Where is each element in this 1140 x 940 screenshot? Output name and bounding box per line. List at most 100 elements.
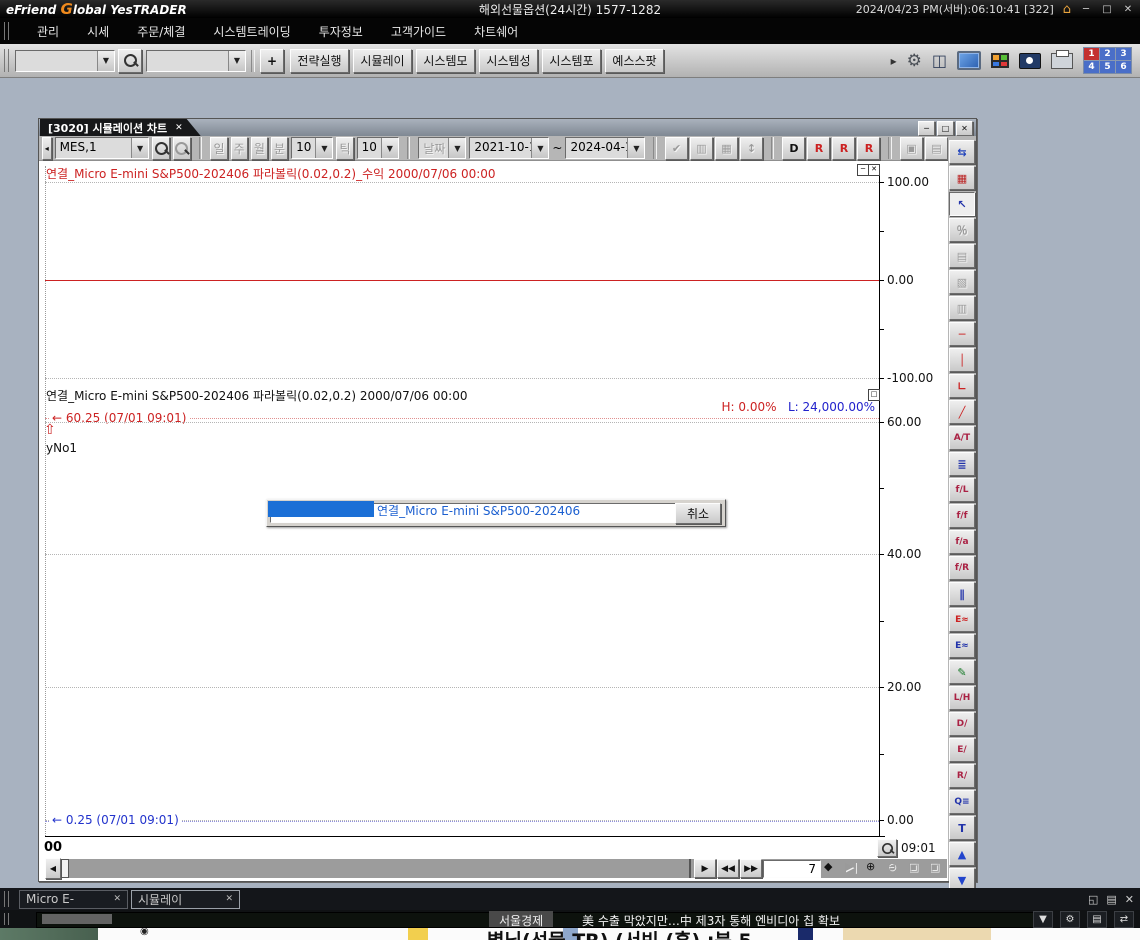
updown-icon[interactable]: ↕	[740, 137, 763, 160]
tick-value-combo[interactable]: 10▼	[357, 137, 399, 159]
menu-item-0[interactable]: 관리	[37, 23, 59, 40]
date-mode-combo[interactable]: 날짜▼	[418, 137, 466, 159]
close-all-icon[interactable]: ✕	[1125, 893, 1134, 906]
text-annotation-tool-icon[interactable]: A/T	[949, 426, 975, 450]
chart-scrollbar[interactable]: ◀ ▶◀◀▶▶7◆▶|⊕⊖▣▣	[45, 859, 947, 878]
printer-icon[interactable]	[1051, 53, 1073, 69]
news-log-icon[interactable]: ▤	[1087, 911, 1107, 928]
zoom-in-icon[interactable]: ⊕	[864, 860, 884, 877]
date-to-combo[interactable]: 2024-04-13▼	[565, 137, 645, 159]
menu-item-1[interactable]: 시세	[87, 23, 109, 40]
play-icon[interactable]: ▶	[694, 859, 716, 878]
parallel-lines-tool-icon[interactable]: ∥	[949, 582, 975, 606]
ratio-tool-icon[interactable]: ％	[949, 218, 975, 242]
r-pattern-tool-icon[interactable]: R/	[949, 764, 975, 788]
copy-r-icon[interactable]: R	[857, 137, 880, 160]
period-day-button[interactable]: 일	[210, 137, 227, 160]
export-icon[interactable]: ▤	[925, 137, 948, 160]
period-week-button[interactable]: 주	[231, 137, 248, 160]
quick-slot-6[interactable]: 6	[1116, 61, 1131, 73]
scroll-left-button[interactable]: ◂	[42, 137, 52, 160]
menu-item-3[interactable]: 시스템트레이딩	[213, 23, 290, 40]
fibo-l-tool-icon[interactable]: f/L	[949, 478, 975, 502]
fibo-f-tool-icon[interactable]: f/f	[949, 504, 975, 528]
scrollbar-left-arrow[interactable]: ◀	[45, 858, 61, 879]
vertical-line-tool-icon[interactable]: │	[949, 348, 975, 372]
window-close-button[interactable]: ✕	[956, 121, 973, 136]
window-minimize-button[interactable]: ─	[918, 121, 935, 136]
chevron-down-icon[interactable]: ▼	[131, 138, 148, 158]
symbol-search-button[interactable]	[152, 137, 170, 160]
chevron-down-icon[interactable]: ▼	[448, 138, 465, 158]
workspace-tab-1[interactable]: 시뮬레이✕	[131, 890, 240, 909]
hand-edit-tool-icon[interactable]: ▧	[949, 270, 975, 294]
minimize-button[interactable]: ─	[1080, 4, 1092, 15]
arrow-up-tool-icon[interactable]: ▲	[949, 842, 975, 866]
cascade-icon[interactable]: ◱	[1088, 893, 1098, 906]
period-month-button[interactable]: 월	[251, 137, 268, 160]
expand-arrow-icon[interactable]: ▸	[891, 54, 897, 68]
toolbar-button-0[interactable]: 전략실행	[290, 49, 349, 73]
quick-slot-4[interactable]: 4	[1084, 61, 1099, 73]
chevron-down-icon[interactable]: ▼	[228, 51, 245, 71]
close-button[interactable]: ✕	[1122, 4, 1134, 15]
quote-list-tool-icon[interactable]: Q≡	[949, 790, 975, 814]
maximize-button[interactable]: □	[1101, 4, 1113, 15]
monitor-icon[interactable]	[957, 51, 981, 70]
screenshot-icon[interactable]	[1019, 53, 1041, 69]
chevron-down-icon[interactable]: ▼	[97, 51, 114, 71]
tab-close-icon[interactable]: ✕	[175, 123, 183, 133]
symbol-search2-button[interactable]	[173, 137, 191, 160]
elliott-red-tool-icon[interactable]: E≈	[949, 608, 975, 632]
window-titlebar[interactable]: [3020] 시뮬레이션 차트 ✕ ─ □ ✕	[39, 119, 976, 136]
page-number-input[interactable]: 7	[763, 860, 821, 878]
fibo-a-tool-icon[interactable]: f/a	[949, 530, 975, 554]
multi-line-tool-icon[interactable]: ≣	[949, 452, 975, 476]
news-settings-icon[interactable]: ⚙	[1060, 911, 1080, 928]
chevron-down-icon[interactable]: ▼	[315, 138, 332, 158]
range-b-icon[interactable]: ▣	[927, 860, 947, 877]
time-zoom-button[interactable]	[877, 839, 897, 857]
text-tool-icon[interactable]: T	[949, 816, 975, 840]
chevron-down-icon[interactable]: ▼	[627, 138, 644, 158]
screen-r-icon[interactable]: R	[807, 137, 830, 160]
window-tab[interactable]: [3020] 시뮬레이션 차트 ✕	[40, 119, 201, 136]
cursor-icon[interactable]: ↖	[949, 192, 975, 216]
scrollbar-thumb[interactable]	[61, 859, 69, 878]
range-a-icon[interactable]: ▣	[906, 860, 926, 877]
toolbar-button-2[interactable]: 시스템모	[416, 49, 475, 73]
toolbar-button-1[interactable]: 시뮬레이	[353, 49, 412, 73]
tab-close-icon[interactable]: ✕	[225, 894, 233, 904]
fibo-r-tool-icon[interactable]: f/R	[949, 556, 975, 580]
menu-item-6[interactable]: 차트쉐어	[474, 23, 518, 40]
news-refresh-icon[interactable]: ⇄	[1114, 911, 1134, 928]
menu-search-combo[interactable]: ▼	[146, 50, 246, 72]
menu-item-2[interactable]: 주문/체결	[137, 23, 185, 40]
refresh-icon[interactable]: ⇆	[949, 140, 975, 164]
chart-r-icon[interactable]: R	[832, 137, 855, 160]
screen-number-combo[interactable]: ▼	[15, 50, 115, 72]
zoom-out-icon[interactable]: ⊖	[885, 860, 905, 877]
new-chart-d-icon[interactable]: D	[782, 137, 805, 160]
date-from-combo[interactable]: 2021-10-13▼	[469, 137, 549, 159]
volume-icon[interactable]: ▥	[690, 137, 713, 160]
quick-slot-2[interactable]: 2	[1100, 48, 1115, 60]
matrix-icon[interactable]: ▦	[949, 166, 975, 190]
window-maximize-button[interactable]: □	[937, 121, 954, 136]
d-pattern-tool-icon[interactable]: D/	[949, 712, 975, 736]
toolbar-button-5[interactable]: 예스스팟	[605, 49, 664, 73]
step-end-icon[interactable]: ▶|	[843, 860, 863, 877]
search-button[interactable]	[118, 49, 142, 73]
chart-tool-icon[interactable]: ▥	[949, 296, 975, 320]
home-icon[interactable]: ⌂	[1063, 2, 1071, 17]
account-clipboard-icon[interactable]: ◫	[932, 51, 947, 70]
gear-icon[interactable]: ⚙	[907, 51, 922, 71]
quick-slot-1[interactable]: 1	[1084, 48, 1099, 60]
cancel-button[interactable]: 취소	[675, 503, 721, 524]
angle-line-tool-icon[interactable]: ∟	[949, 374, 975, 398]
save-icon[interactable]: ▣	[900, 137, 923, 160]
compare-icon[interactable]: ✔	[665, 137, 688, 160]
minute-value-combo[interactable]: 10▼	[291, 137, 333, 159]
toolbar-button-3[interactable]: 시스템성	[479, 49, 538, 73]
quick-slot-5[interactable]: 5	[1100, 61, 1115, 73]
